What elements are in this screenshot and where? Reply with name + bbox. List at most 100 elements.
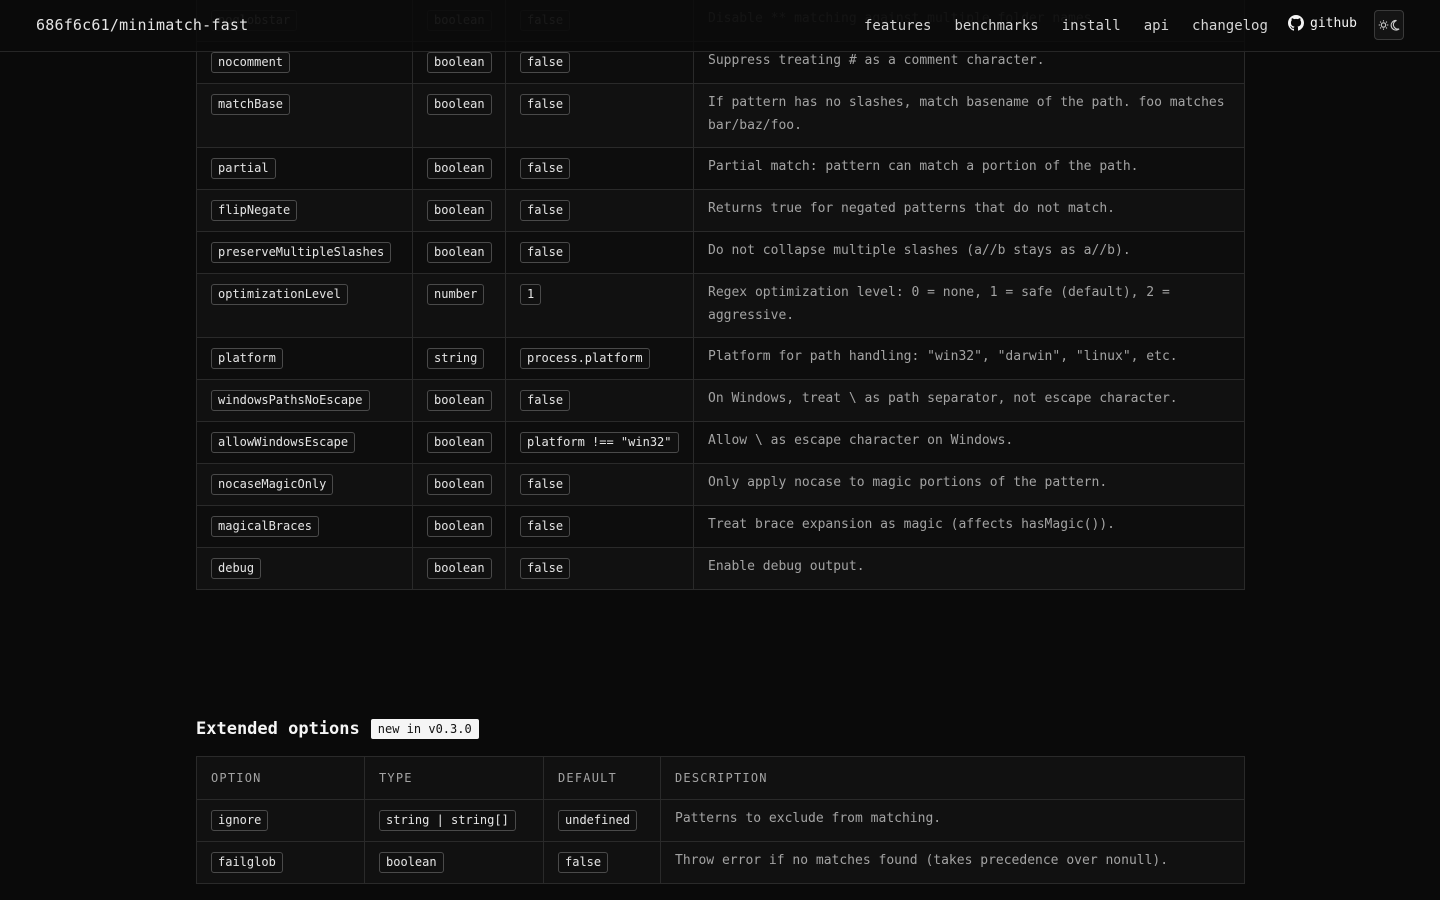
- cell-type: boolean: [412, 189, 506, 232]
- option-code: allowWindowsEscape: [211, 432, 356, 453]
- cell-description: Allow \ as escape character on Windows.: [693, 421, 1245, 464]
- option-code: preserveMultipleSlashes: [211, 242, 392, 263]
- option-code: partial: [211, 158, 276, 179]
- option-code: nocaseMagicOnly: [211, 474, 334, 495]
- github-icon: [1288, 15, 1304, 31]
- cell-default: false: [505, 547, 694, 590]
- extended-options-table: OPTION TYPE DEFAULT DESCRIPTION ignore st…: [196, 756, 1245, 884]
- cell-description: Do not collapse multiple slashes (a//b s…: [693, 231, 1245, 274]
- cell-type: boolean: [412, 547, 506, 590]
- type-code: boolean: [427, 94, 492, 115]
- table-row: preserveMultipleSlashes boolean false Do no…: [196, 231, 1245, 274]
- default-code: false: [520, 516, 571, 537]
- nav-links: features benchmarks install api changelo…: [864, 18, 1291, 34]
- version-badge: new in v0.3.0: [370, 719, 479, 739]
- option-code: nocomment: [211, 52, 291, 73]
- github-label: github: [1310, 15, 1357, 31]
- table-row: partial boolean false Partial match: patter…: [196, 147, 1245, 190]
- cell-type: boolean: [412, 379, 506, 422]
- table-row: magicalBraces boolean false Treat brace exp…: [196, 505, 1245, 548]
- cell-default: 1: [505, 273, 694, 338]
- page: 686f6c61/minimatch-fast features benchma…: [0, 0, 1440, 900]
- cell-type: boolean: [412, 83, 506, 148]
- cell-default: false: [505, 189, 694, 232]
- option-code: windowsPathsNoEscape: [211, 390, 370, 411]
- cell-option: preserveMultipleSlashes: [196, 231, 413, 274]
- option-code: matchBase: [211, 94, 291, 115]
- cell-description: Platform for path handling: "win32", "da…: [693, 337, 1245, 380]
- cell-default: false: [505, 379, 694, 422]
- table-row: matchBase boolean false If pattern has no s…: [196, 83, 1245, 148]
- nav-api[interactable]: api: [1144, 18, 1169, 34]
- nav-changelog[interactable]: changelog: [1192, 18, 1268, 34]
- nav-features[interactable]: features: [864, 18, 931, 34]
- cell-option: flipNegate: [196, 189, 413, 232]
- cell-description: Enable debug output.: [693, 547, 1245, 590]
- section-title: Extended options: [196, 719, 360, 739]
- column-header-option: OPTION: [196, 756, 365, 800]
- default-code: process.platform: [520, 348, 650, 369]
- type-code: boolean: [427, 200, 492, 221]
- column-header-description: DESCRIPTION: [660, 756, 1245, 800]
- cell-type: number: [412, 273, 506, 338]
- type-code: string: [427, 348, 485, 369]
- cell-option: optimizationLevel: [196, 273, 413, 338]
- cell-type: boolean: [412, 421, 506, 464]
- table-row: optimizationLevel number 1 Regex optimizati…: [196, 273, 1245, 338]
- cell-default: false: [505, 231, 694, 274]
- table-row: failglob boolean false Throw error if no ma…: [196, 841, 1245, 884]
- cell-option: windowsPathsNoEscape: [196, 379, 413, 422]
- type-code: string | string[]: [379, 810, 516, 831]
- cell-option: partial: [196, 147, 413, 190]
- nav-benchmarks[interactable]: benchmarks: [954, 18, 1038, 34]
- default-code: false: [520, 52, 571, 73]
- table-row: flipNegate boolean false Returns true for n…: [196, 189, 1245, 232]
- cell-default: undefined: [543, 799, 661, 842]
- type-code: number: [427, 284, 485, 305]
- default-code: false: [558, 852, 609, 873]
- option-code: optimizationLevel: [211, 284, 348, 305]
- cell-option: debug: [196, 547, 413, 590]
- theme-toggle-button[interactable]: [1374, 10, 1404, 40]
- cell-default: false: [543, 841, 661, 884]
- cell-description: Treat brace expansion as magic (affects …: [693, 505, 1245, 548]
- cell-default: false: [505, 83, 694, 148]
- github-link[interactable]: github: [1288, 15, 1357, 31]
- table-row: platform string process.platform Platform f…: [196, 337, 1245, 380]
- option-code: flipNegate: [211, 200, 298, 221]
- cell-default: process.platform: [505, 337, 694, 380]
- default-code: 1: [520, 284, 542, 305]
- cell-option: allowWindowsEscape: [196, 421, 413, 464]
- cell-option: nocaseMagicOnly: [196, 463, 413, 506]
- option-code: ignore: [211, 810, 269, 831]
- cell-type: boolean: [412, 147, 506, 190]
- cell-type: boolean: [364, 841, 544, 884]
- brand-title[interactable]: 686f6c61/minimatch-fast: [36, 16, 248, 34]
- default-code: false: [520, 94, 571, 115]
- nav-install[interactable]: install: [1062, 18, 1121, 34]
- sun-moon-icon: [1378, 19, 1400, 31]
- default-code: undefined: [558, 810, 638, 831]
- cell-description: Patterns to exclude from matching.: [660, 799, 1245, 842]
- option-code: magicalBraces: [211, 516, 319, 537]
- option-code: debug: [211, 558, 262, 579]
- cell-option: failglob: [196, 841, 365, 884]
- cell-description: If pattern has no slashes, match basenam…: [693, 83, 1245, 148]
- cell-description: Only apply nocase to magic portions of t…: [693, 463, 1245, 506]
- default-code: false: [520, 158, 571, 179]
- cell-description: Partial match: pattern can match a porti…: [693, 147, 1245, 190]
- default-code: false: [520, 474, 571, 495]
- cell-description: Regex optimization level: 0 = none, 1 = …: [693, 273, 1245, 338]
- type-code: boolean: [427, 158, 492, 179]
- table-header-row: OPTION TYPE DEFAULT DESCRIPTION: [196, 756, 1245, 800]
- table-row: debug boolean false Enable debug output.: [196, 547, 1245, 590]
- option-code: failglob: [211, 852, 283, 873]
- type-code: boolean: [427, 474, 492, 495]
- cell-type: string: [412, 337, 506, 380]
- default-code: false: [520, 558, 571, 579]
- type-code: boolean: [427, 242, 492, 263]
- cell-type: string | string[]: [364, 799, 544, 842]
- cell-option: platform: [196, 337, 413, 380]
- type-code: boolean: [427, 432, 492, 453]
- extended-options-heading: Extended options new in v0.3.0: [196, 719, 479, 739]
